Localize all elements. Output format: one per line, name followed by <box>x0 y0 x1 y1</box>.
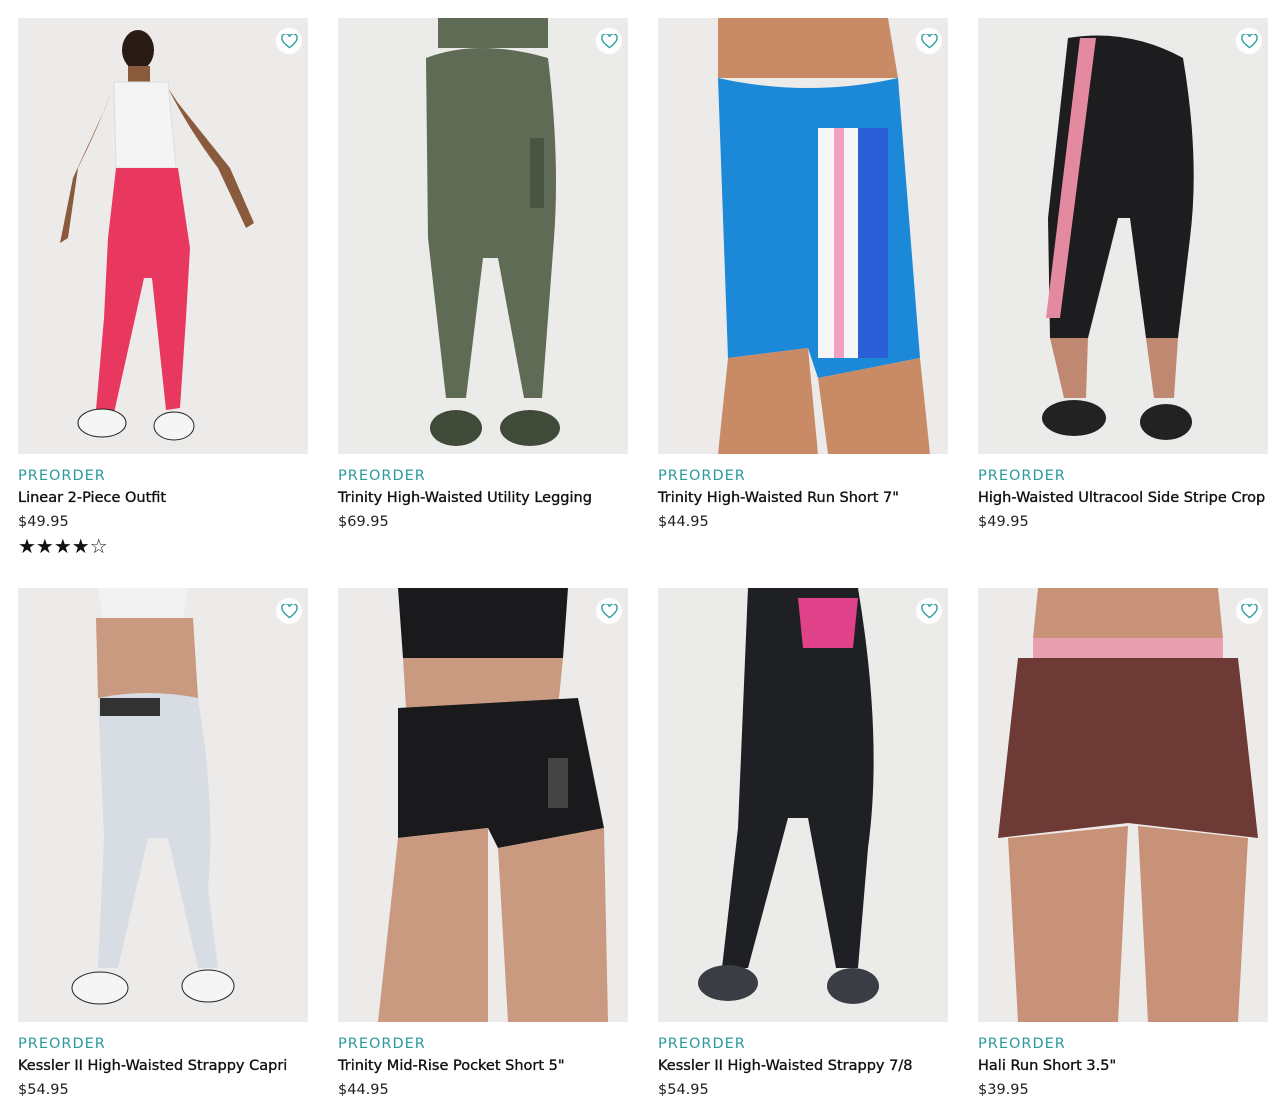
product-image[interactable] <box>18 588 308 1022</box>
product-card[interactable]: PREORDER Trinity High-Waisted Utility Le… <box>338 18 628 570</box>
product-photo <box>978 18 1268 454</box>
product-price: $49.95 <box>978 514 1029 530</box>
heart-outline-icon <box>920 33 938 48</box>
product-image[interactable] <box>658 18 948 454</box>
product-price: $54.95 <box>658 1082 709 1098</box>
product-image[interactable] <box>978 18 1268 454</box>
product-name[interactable]: Kessler II High-Waisted Strappy 7/8 <box>658 1057 948 1075</box>
heart-outline-icon <box>600 603 618 618</box>
product-name[interactable]: Trinity High-Waisted Run Short 7" <box>658 489 948 507</box>
product-card[interactable]: PREORDER Trinity Mid-Rise Pocket Short 5… <box>338 588 628 1108</box>
preorder-badge: PREORDER <box>658 1036 746 1052</box>
product-price: $69.95 <box>338 514 389 530</box>
heart-outline-icon <box>920 603 938 618</box>
favorite-button[interactable] <box>596 28 622 54</box>
heart-outline-icon <box>1240 603 1258 618</box>
preorder-badge: PREORDER <box>338 1036 426 1052</box>
product-price: $44.95 <box>658 514 709 530</box>
product-image[interactable] <box>978 588 1268 1022</box>
favorite-button[interactable] <box>1236 28 1262 54</box>
product-image[interactable] <box>18 18 308 454</box>
preorder-badge: PREORDER <box>338 468 426 484</box>
product-price: $39.95 <box>978 1082 1029 1098</box>
favorite-button[interactable] <box>276 28 302 54</box>
preorder-badge: PREORDER <box>978 1036 1066 1052</box>
rating-stars[interactable]: ★★★★☆ <box>18 537 308 557</box>
product-name[interactable]: Trinity Mid-Rise Pocket Short 5" <box>338 1057 628 1075</box>
favorite-button[interactable] <box>276 598 302 624</box>
product-name[interactable]: Trinity High-Waisted Utility Legging <box>338 489 628 507</box>
heart-outline-icon <box>1240 33 1258 48</box>
favorite-button[interactable] <box>1236 598 1262 624</box>
product-image[interactable] <box>658 588 948 1022</box>
product-photo <box>338 18 628 454</box>
product-card[interactable]: PREORDER Kessler II High-Waisted Strappy… <box>658 588 948 1108</box>
product-name[interactable]: Hali Run Short 3.5" <box>978 1057 1268 1075</box>
product-name[interactable]: Kessler II High-Waisted Strappy Capri <box>18 1057 308 1075</box>
preorder-badge: PREORDER <box>18 1036 106 1052</box>
product-image[interactable] <box>338 588 628 1022</box>
product-card[interactable]: PREORDER Kessler II High-Waisted Strappy… <box>18 588 308 1108</box>
heart-outline-icon <box>280 33 298 48</box>
product-price: $44.95 <box>338 1082 389 1098</box>
product-card[interactable]: PREORDER Trinity High-Waisted Run Short … <box>658 18 948 570</box>
favorite-button[interactable] <box>916 28 942 54</box>
product-grid-row-2: PREORDER Kessler II High-Waisted Strappy… <box>18 588 1268 1108</box>
product-name[interactable]: Linear 2-Piece Outfit <box>18 489 308 507</box>
product-photo <box>658 18 948 454</box>
preorder-badge: PREORDER <box>658 468 746 484</box>
preorder-badge: PREORDER <box>18 468 106 484</box>
preorder-badge: PREORDER <box>978 468 1066 484</box>
heart-outline-icon <box>600 33 618 48</box>
product-photo <box>658 588 948 1022</box>
product-photo <box>978 588 1268 1022</box>
product-photo <box>18 18 308 454</box>
product-price: $54.95 <box>18 1082 69 1098</box>
product-photo <box>18 588 308 1022</box>
product-price: $49.95 <box>18 514 69 530</box>
product-image[interactable] <box>338 18 628 454</box>
product-name[interactable]: High-Waisted Ultracool Side Stripe Crop <box>978 489 1268 507</box>
product-card[interactable]: PREORDER Linear 2-Piece Outfit $49.95 ★★… <box>18 18 308 570</box>
product-card[interactable]: PREORDER Hali Run Short 3.5" $39.95 <box>978 588 1268 1108</box>
favorite-button[interactable] <box>596 598 622 624</box>
product-grid-row-1: PREORDER Linear 2-Piece Outfit $49.95 ★★… <box>18 18 1268 570</box>
heart-outline-icon <box>280 603 298 618</box>
product-card[interactable]: PREORDER High-Waisted Ultracool Side Str… <box>978 18 1268 570</box>
favorite-button[interactable] <box>916 598 942 624</box>
product-photo <box>338 588 628 1022</box>
